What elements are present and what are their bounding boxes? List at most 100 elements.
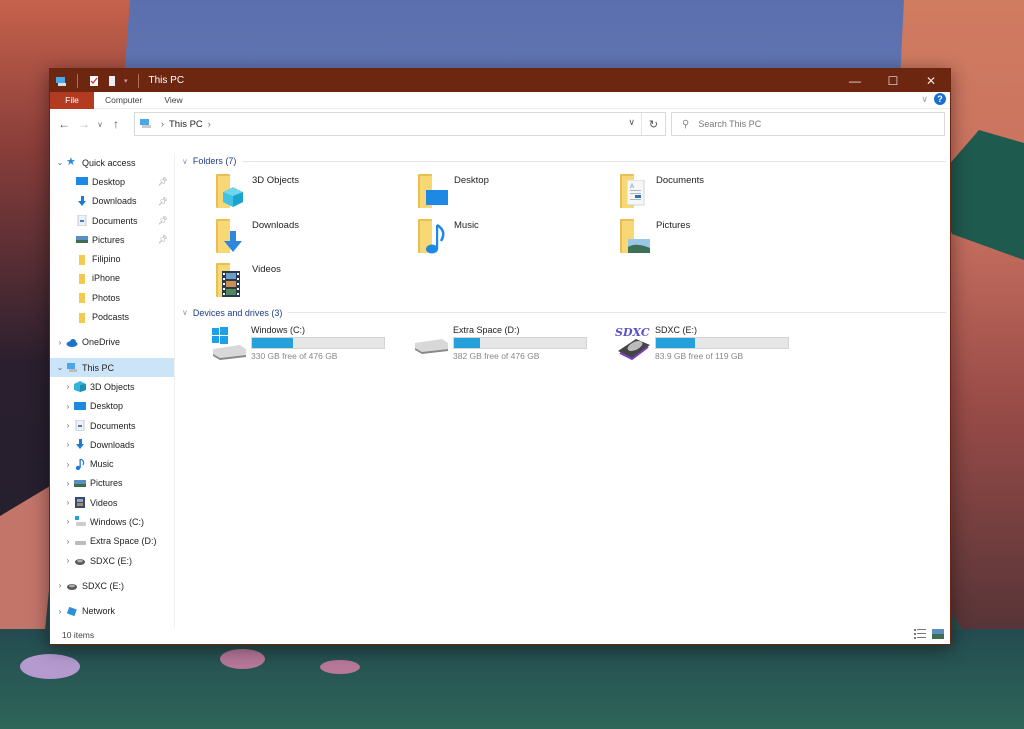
recent-locations-button[interactable]: ∨ [94, 114, 106, 134]
sidebar-item-onedrive[interactable]: › OneDrive [50, 333, 174, 352]
sidebar-item-label: Videos [90, 497, 118, 508]
sidebar-item-desktop[interactable]: Desktop 📌︎ [50, 172, 174, 191]
expand-chevron-icon[interactable]: › [62, 382, 74, 391]
folders-group-header[interactable]: ∨ Folders (7) [178, 153, 946, 169]
collapse-chevron-icon[interactable]: ∨ [182, 308, 188, 317]
folder-videos[interactable]: Videos [214, 258, 416, 303]
sidebar-item-filipino[interactable]: Filipino [50, 249, 174, 268]
drive-extra-space-d[interactable]: Extra Space (D:) 382 GB free of 476 GB [412, 325, 614, 365]
pictures-icon [76, 234, 88, 245]
folder-downloads[interactable]: Downloads [214, 214, 416, 259]
expand-chevron-icon[interactable]: ⌄ [54, 158, 66, 167]
details-view-icon[interactable] [914, 629, 926, 639]
address-dropdown-icon[interactable]: ∨ [628, 117, 635, 128]
wallpaper-stone [320, 660, 360, 674]
back-button[interactable]: ← [54, 114, 74, 134]
expand-chevron-icon[interactable]: › [62, 517, 74, 526]
drive-windows-c[interactable]: Windows (C:) 330 GB free of 476 GB [210, 325, 412, 365]
sidebar-item-quick-access[interactable]: ⌄ ★ Quick access [50, 153, 174, 172]
sidebar-item-windows-c[interactable]: › Windows (C:) [50, 512, 174, 531]
help-icon[interactable]: ? [934, 93, 946, 105]
sidebar-item-this-pc[interactable]: ⌄ This PC [50, 357, 174, 378]
close-button[interactable]: ✕ [912, 69, 950, 92]
sidebar-item-music[interactable]: › Music [50, 454, 174, 473]
sidebar-item-pictures[interactable]: › Pictures [50, 474, 174, 493]
sidebar-item-3d-objects[interactable]: › 3D Objects [50, 377, 174, 396]
sidebar-item-podcasts[interactable]: Podcasts [50, 307, 174, 326]
drive-sdxc-e[interactable]: SDXC SDXC (E:) 83.9 GB free of 119 GB [614, 325, 816, 365]
sidebar-item-label: Downloads [90, 439, 135, 450]
drive-grid: Windows (C:) 330 GB free of 476 GB Extra S… [178, 325, 946, 365]
folder-icon [76, 312, 88, 323]
sidebar-item-extra-space-d[interactable]: › Extra Space (D:) [50, 532, 174, 551]
customize-qat-icon[interactable]: ▾ [124, 77, 128, 85]
expand-chevron-icon[interactable]: › [62, 479, 74, 488]
tab-view[interactable]: View [153, 92, 193, 109]
sidebar-item-iphone[interactable]: iPhone [50, 269, 174, 288]
folder-pictures[interactable]: Pictures [618, 214, 820, 259]
sidebar-item-network[interactable]: › Network [50, 602, 174, 621]
drive-free-space: 382 GB free of 476 GB [453, 350, 540, 361]
sidebar-item-documents[interactable]: › Documents [50, 416, 174, 435]
expand-chevron-icon[interactable]: › [62, 421, 74, 430]
sidebar-item-videos[interactable]: › Videos [50, 493, 174, 512]
tab-file[interactable]: File [50, 91, 94, 109]
expand-chevron-icon[interactable]: › [54, 338, 66, 347]
breadcrumb-separator[interactable]: › [161, 119, 164, 129]
ribbon-tabs: File Computer View ∨ ? [50, 91, 950, 109]
sidebar-item-downloads[interactable]: › Downloads [50, 435, 174, 454]
expand-chevron-icon[interactable]: › [62, 556, 74, 565]
expand-chevron-icon[interactable]: › [62, 498, 74, 507]
expand-chevron-icon[interactable]: › [54, 581, 66, 590]
sidebar-item-photos[interactable]: Photos [50, 288, 174, 307]
folder-name: Pictures [656, 219, 691, 231]
folder-music[interactable]: Music [416, 214, 618, 259]
tab-computer[interactable]: Computer [94, 92, 153, 109]
collapse-chevron-icon[interactable]: ∨ [182, 157, 188, 166]
expand-chevron-icon[interactable]: › [62, 402, 74, 411]
expand-ribbon-icon[interactable]: ∨ [921, 94, 928, 105]
sidebar-item-sdxc-e[interactable]: › SDXC (E:) [50, 551, 174, 570]
this-pc-icon[interactable] [55, 75, 67, 87]
up-button[interactable]: ↑ [106, 114, 126, 134]
minimize-button[interactable]: — [836, 69, 874, 92]
sidebar-item-downloads[interactable]: Downloads 📌︎ [50, 192, 174, 211]
pin-icon[interactable]: 📌︎ [158, 235, 168, 244]
folder-3d-objects[interactable]: 3D Objects [214, 169, 416, 214]
forward-button[interactable]: → [74, 114, 94, 134]
breadcrumb-separator[interactable]: › [208, 119, 211, 129]
new-folder-icon[interactable] [106, 75, 118, 87]
large-icons-view-icon[interactable] [932, 629, 944, 639]
folder-icon [76, 254, 88, 265]
breadcrumb-this-pc[interactable]: This PC [169, 119, 203, 130]
expand-chevron-icon[interactable]: › [62, 440, 74, 449]
drives-group-header[interactable]: ∨ Devices and drives (3) [178, 305, 946, 321]
expand-chevron-icon[interactable]: › [54, 607, 66, 616]
sidebar-item-pictures[interactable]: Pictures 📌︎ [50, 230, 174, 249]
sidebar-item-label: Filipino [92, 254, 121, 265]
sidebar-item-desktop[interactable]: › Desktop [50, 397, 174, 416]
sidebar-item-sdxc[interactable]: › SDXC (E:) [50, 576, 174, 595]
title-bar[interactable]: ▾ This PC — ☐ ✕ [50, 69, 950, 92]
pin-icon[interactable]: 📌︎ [158, 216, 168, 225]
pin-icon[interactable]: 📌︎ [158, 197, 168, 206]
windows-drive-icon [210, 325, 248, 361]
this-pc-icon [66, 362, 78, 373]
folder-documents[interactable]: A Documents [618, 169, 820, 214]
sidebar-item-documents[interactable]: Documents 📌︎ [50, 211, 174, 230]
expand-chevron-icon[interactable]: › [62, 537, 74, 546]
folder-desktop[interactable]: Desktop [416, 169, 618, 214]
refresh-button[interactable]: ↻ [641, 113, 665, 135]
sidebar-item-label: Photos [92, 292, 121, 303]
maximize-button[interactable]: ☐ [874, 69, 912, 92]
folder-name: Desktop [454, 175, 489, 186]
pin-icon[interactable]: 📌︎ [158, 177, 168, 186]
network-icon [66, 606, 78, 617]
drive-usage-bar [655, 336, 789, 349]
address-bar[interactable]: › This PC › ∨ ↻ [134, 112, 666, 136]
search-input[interactable]: Search This PC [698, 119, 761, 129]
properties-icon[interactable] [88, 75, 100, 87]
search-box[interactable]: ⚲ Search This PC [671, 112, 945, 136]
expand-chevron-icon[interactable]: ⌄ [54, 363, 66, 372]
expand-chevron-icon[interactable]: › [62, 460, 74, 469]
